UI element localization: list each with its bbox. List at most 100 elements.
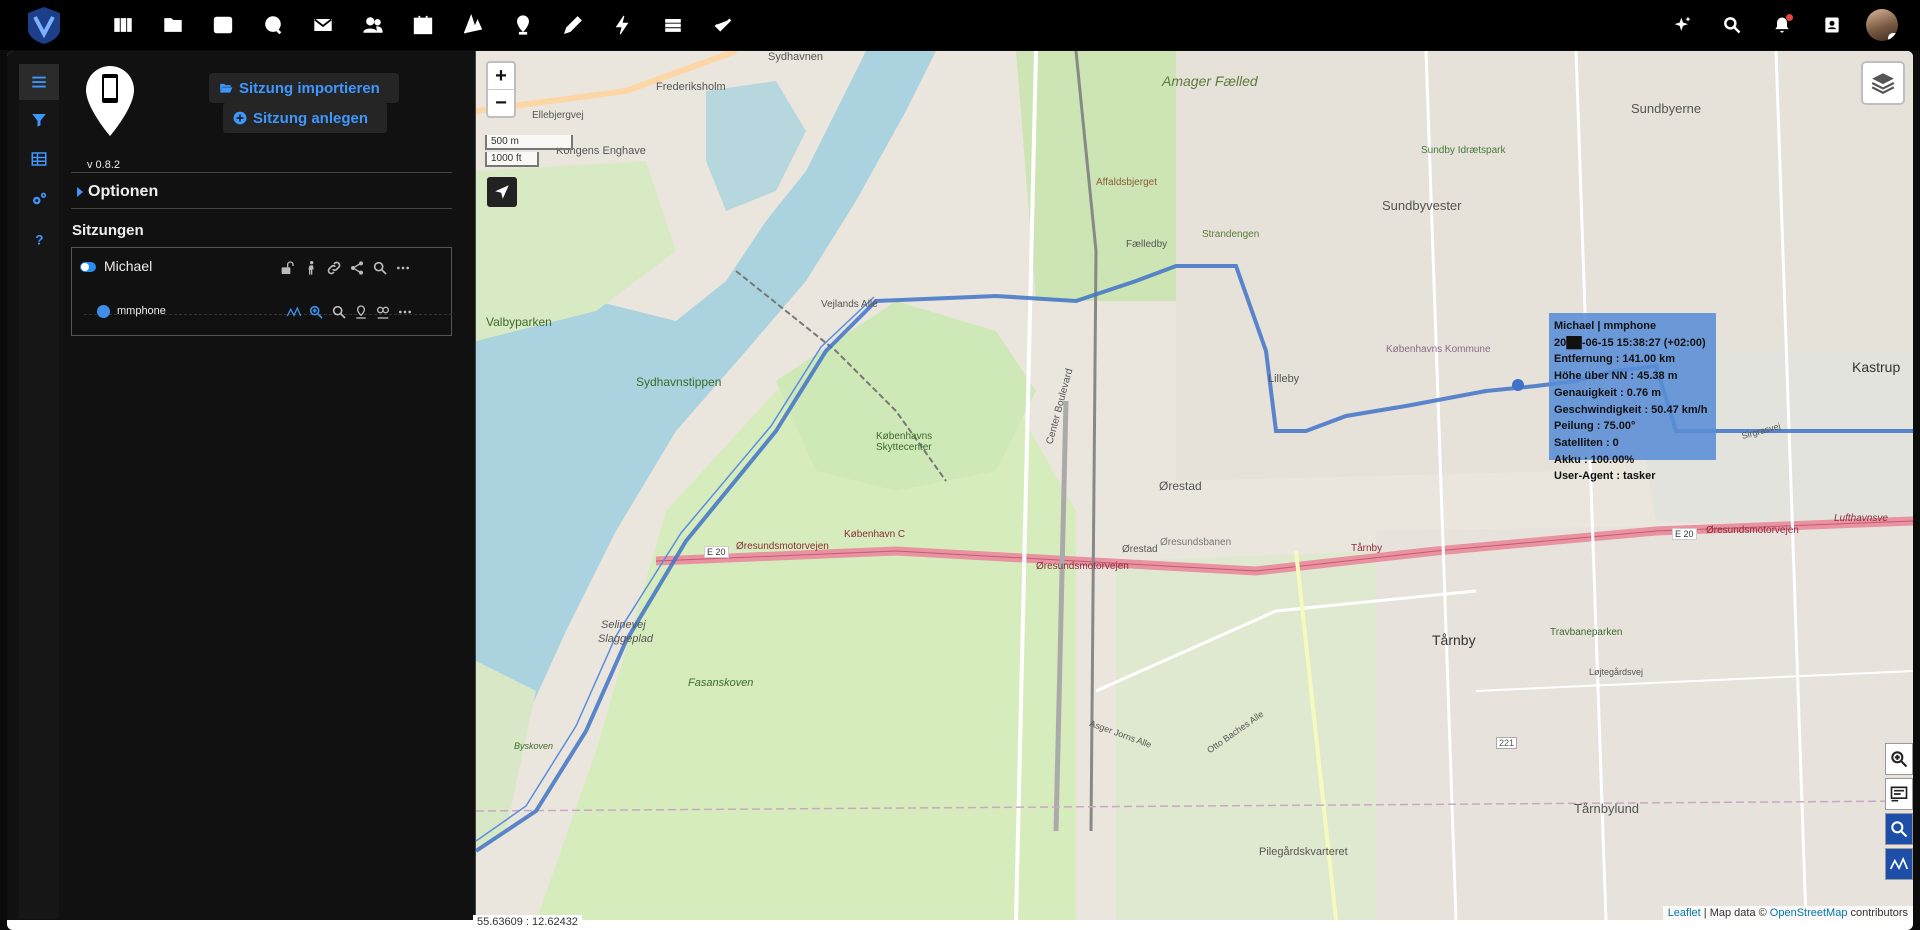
notes-icon[interactable] [460,12,486,38]
line-chart-toggle-icon [1889,856,1909,871]
zoom-control: + − [486,61,516,118]
search-device-icon[interactable] [329,302,349,322]
user-avatar[interactable] [1866,9,1898,41]
activity-icon[interactable] [610,12,636,38]
map-label: Ellebjergvej [532,110,584,121]
gears-icon [33,192,47,205]
locate-button[interactable] [487,177,517,207]
notifications-icon[interactable] [1770,13,1794,37]
map-label: E 20 [704,546,729,558]
map-label: Københavns Skyttecenter [876,431,933,453]
zoom-plus-icon [1891,751,1908,768]
map-label: Københavns Kommune [1386,344,1491,355]
leaflet-link[interactable]: Leaflet [1668,907,1701,919]
tab-help[interactable]: ? [19,221,59,257]
device-name[interactable]: mmphone [117,305,166,317]
tooltip-battery: Akku : 100.00% [1554,453,1635,466]
layers-icon [1871,73,1895,94]
show-lines-button[interactable] [1885,848,1913,880]
tab-filter[interactable] [19,102,59,138]
map-label: Frederiksholm [656,81,726,93]
divider [71,172,452,173]
files-icon[interactable] [160,12,186,38]
tab-menu[interactable] [19,64,59,100]
device-color-dot[interactable] [97,305,110,318]
assistant-icon[interactable] [1671,13,1695,37]
tooltip-speed: Geschwindigkeit : 50.47 km/h [1554,403,1708,416]
zoom-to-device-icon[interactable] [306,302,326,322]
marker-icon[interactable] [351,302,371,322]
deck-icon[interactable] [660,12,686,38]
attribution-separator: | Map data © [1703,907,1767,919]
line-info-icon [1890,786,1908,802]
session-toggle[interactable] [80,262,96,272]
plus-circle-icon [233,111,247,125]
more-icon[interactable] [393,258,413,278]
device-more-icon[interactable] [395,302,415,322]
osm-link[interactable]: OpenStreetMap [1770,907,1848,919]
options-toggle[interactable]: Optionen [77,183,158,201]
tab-settings[interactable] [19,181,59,217]
line-info-button[interactable] [1885,778,1913,810]
map-label: Sydhavnstippen [636,375,722,389]
nextcloud-logo-icon[interactable] [26,5,62,45]
create-session-button[interactable]: Sitzung anlegen [223,103,387,133]
contacts-icon[interactable] [360,12,386,38]
menu-icon [32,76,46,88]
autozoom-button[interactable] [1885,813,1913,845]
map-view[interactable]: Sydhavnen Frederiksholm Ellebjergvej Kon… [476,51,1913,920]
tasks-icon[interactable] [710,12,736,38]
calendar-icon[interactable] [410,12,436,38]
map-label: Ørestad [1159,479,1202,493]
line-chart-icon[interactable] [284,302,304,322]
zoom-out-button[interactable]: − [488,89,514,116]
mail-icon[interactable] [310,12,336,38]
tooltip-bearing: Peilung : 75.00° [1554,420,1636,433]
maps-icon[interactable] [510,12,536,38]
top-bar [0,0,1920,50]
contacts-menu-icon[interactable] [1820,13,1844,37]
zoom-track-button[interactable] [1885,743,1913,775]
dashboard-icon[interactable] [110,12,136,38]
sidebar: ? v 0.8.2 Sitzung importieren Sitzung an… [7,51,476,920]
map-label: Selinevej [601,619,646,631]
map-label: Tårnby [1432,632,1476,648]
map-label: Øresundsmotorvejen [736,541,829,552]
unlock-icon[interactable] [277,258,297,278]
talk-icon[interactable] [260,12,286,38]
map-label: Pilegårdskvarteret [1259,846,1348,858]
tab-table[interactable] [19,141,59,177]
walking-icon[interactable] [301,258,321,278]
link-icon[interactable] [324,258,344,278]
multi-marker-icon[interactable] [373,302,393,322]
map-label: Strandengen [1202,229,1260,240]
search-session-icon[interactable] [370,258,390,278]
tooltip-distance: Entfernung : 141.00 km [1554,353,1676,366]
map-label: Amager Fælled [1162,73,1258,89]
cursor-coordinates: 55.63609 : 12.62432 [473,915,582,929]
text-icon[interactable] [560,12,586,38]
session-name[interactable]: Michael [104,258,152,274]
app-version: v 0.8.2 [87,159,121,171]
tooltip-title: Michael | mmphone [1554,320,1657,332]
divider [71,208,452,209]
map-label: Vejlands Allé [821,299,878,310]
map-label: Sydhavnen [768,51,824,63]
map-label: Valbyparken [486,315,552,329]
search-icon[interactable] [1720,13,1744,37]
map-label: 221 [1496,737,1518,749]
app-window: ? v 0.8.2 Sitzung importieren Sitzung an… [7,51,1913,930]
layers-button[interactable] [1861,61,1905,105]
photos-icon[interactable] [210,12,236,38]
share-icon[interactable] [347,258,367,278]
map-label: Løjtegårdsvej [1589,667,1644,677]
filter-icon [32,114,46,127]
svg-text:?: ? [35,232,43,247]
map-label: Slaggeplad [598,633,654,645]
help-icon: ? [35,232,43,247]
zoom-in-button[interactable]: + [488,63,514,89]
map-label: Fælledby [1126,239,1168,250]
scale-metric: 500 m [485,135,573,150]
map-label: Sundbyerne [1631,101,1702,116]
import-session-button[interactable]: Sitzung importieren [209,73,399,103]
